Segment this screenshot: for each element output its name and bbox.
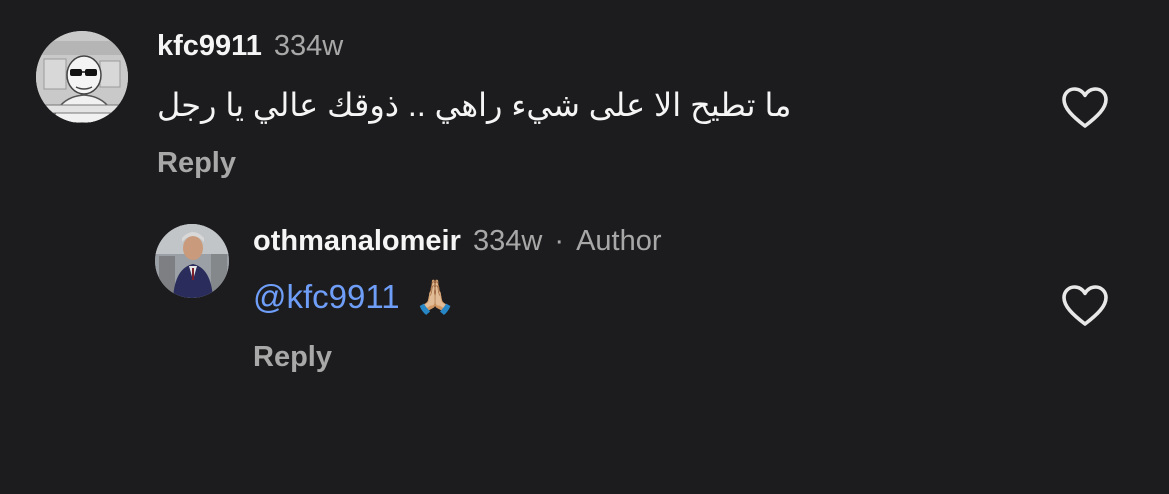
- comment-kfc9911: kfc9911 334w ما تطيح الا على شيء راهي ..…: [0, 0, 1169, 200]
- heart-outline-icon: [1062, 285, 1108, 326]
- avatar-kfc9911[interactable]: [36, 31, 128, 123]
- comment-text: ما تطيح الا على شيء راهي .. ذوقك عالي يا…: [157, 87, 792, 123]
- praying-hands-emoji: 🙏🏼: [414, 278, 456, 315]
- like-button[interactable]: [1060, 86, 1110, 130]
- comment-header: kfc9911 334w: [157, 32, 343, 61]
- comment-text: @kfc9911 🙏🏼: [253, 280, 456, 313]
- username[interactable]: othmanalomeir: [253, 225, 461, 257]
- reply-button[interactable]: Reply: [157, 149, 236, 178]
- comment-othmanalomeir: othmanalomeir 334w · Author @kfc9911 🙏🏼 …: [0, 200, 1169, 400]
- heart-outline-icon: [1062, 87, 1108, 128]
- username[interactable]: kfc9911: [157, 30, 262, 62]
- separator-dot: ·: [554, 225, 564, 257]
- avatar-othmanalomeir[interactable]: [155, 224, 229, 298]
- timestamp: 334w: [273, 30, 344, 62]
- man-in-suit-avatar-icon: [155, 224, 229, 298]
- comment-header: othmanalomeir 334w · Author: [253, 227, 662, 256]
- reply-button[interactable]: Reply: [253, 343, 332, 372]
- like-button[interactable]: [1060, 284, 1110, 328]
- family-guy-avatar-icon: [36, 31, 128, 123]
- mention-link[interactable]: @kfc9911: [253, 278, 400, 315]
- author-badge: Author: [576, 225, 662, 257]
- timestamp: 334w: [472, 225, 543, 257]
